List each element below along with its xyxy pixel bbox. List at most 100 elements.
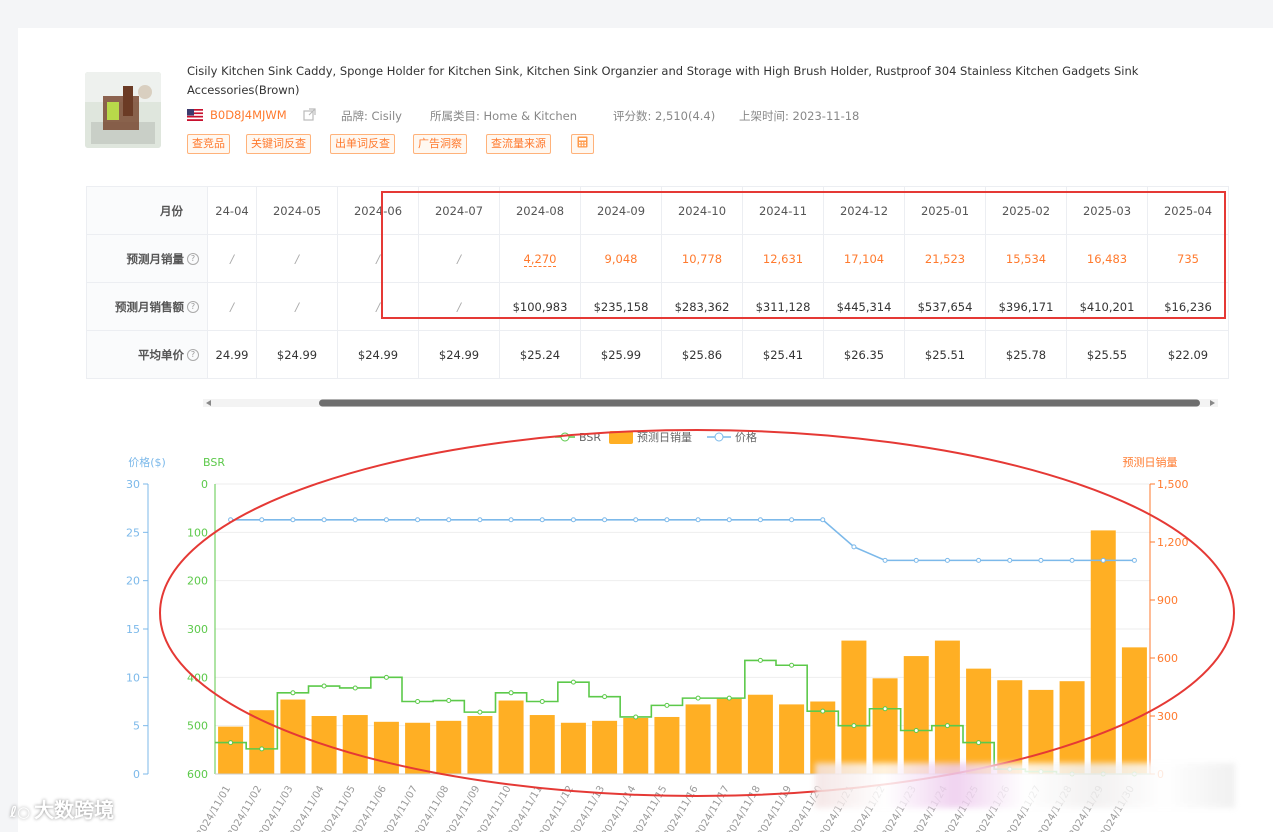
bsr-tick-label: 500 [187,720,208,733]
bsr-point [477,709,483,715]
table-cell: $25.55 [1066,330,1148,379]
price-axis-title: 价格($) [128,455,166,469]
sales-bar [1090,530,1116,774]
bsr-tick-label: 300 [187,623,208,636]
legend-sales-label: 预测日销量 [637,430,692,444]
table-cell: $396,171 [985,282,1067,331]
price-point [1069,557,1075,563]
product-image[interactable] [85,72,161,148]
sales-bar [966,668,992,774]
bsr-tick-label: 0 [201,478,208,491]
table-cell: $235,158 [580,282,662,331]
table-cell[interactable]: 4,270 [499,234,581,283]
sales-bar [373,721,399,774]
table-cell: 2024-05 [256,186,338,235]
table-cell: $24.99 [418,330,500,379]
legend-price-label: 价格 [735,430,757,444]
sales-bar [592,720,618,774]
bsr-point [882,706,888,712]
bsr-point [664,702,670,708]
table-cell: $25.86 [661,330,743,379]
external-link-icon[interactable] [303,108,316,124]
table-row-price: 平均单价? 24.99 $24.99 $24.99 $24.99 $25.24 … [86,330,1229,379]
table-cell: / [418,282,500,331]
blurred-region [815,763,1235,808]
price-tick-label: 0 [133,768,140,781]
watermark-text: 大数跨境 [34,798,115,822]
watermark-icon: ℓ○ [10,803,31,821]
category-text: 所属类目: Home & Kitchen [430,109,577,123]
row-label-price: 平均单价? [86,330,208,379]
sales-bar [436,720,462,774]
table-cell: $26.35 [823,330,905,379]
tag-competitors[interactable]: 查竞品 [187,134,230,154]
legend-bsr-marker [560,432,570,442]
price-point [633,517,639,523]
sales-bar [529,715,555,774]
table-scrollbar[interactable] [203,393,1218,407]
sales-axis-title: 预测日销量 [1123,455,1178,469]
sales-bar [903,656,929,774]
price-point [1038,557,1044,563]
calculator-icon[interactable] [571,134,594,154]
table-cell: / [256,234,338,283]
row-label-revenue: 预测月销售额? [86,282,208,331]
sales-tick-label: 300 [1157,710,1178,723]
tag-traffic-source[interactable]: 查流量来源 [486,134,551,154]
bsr-point [820,708,826,714]
table-row-sales: 预测月销量? / / / / 4,270 9,048 10,778 12,631… [86,234,1229,283]
bsr-point [789,662,795,668]
chart-legend[interactable]: BSR 预测日销量 价格 [555,430,757,444]
price-point [383,517,389,523]
table-cell: $410,201 [1066,282,1148,331]
price-point [446,517,452,523]
scrollbar-thumb[interactable] [319,399,1200,407]
tag-ad-insights[interactable]: 广告洞察 [413,134,467,154]
price-line [230,518,1135,562]
tag-keyword-reverse[interactable]: 关键词反查 [246,134,311,154]
table-cell: $25.78 [985,330,1067,379]
table-cell: 2025-02 [985,186,1067,235]
table-cell: $25.41 [742,330,824,379]
table-cell: $24.99 [337,330,419,379]
table-cell: 12,631 [742,234,824,283]
monthly-forecast-table: 月份 24-04 2024-05 2024-06 2024-07 2024-08… [86,186,1229,379]
table-row-month: 月份 24-04 2024-05 2024-06 2024-07 2024-08… [86,186,1229,235]
price-point [290,517,296,523]
table-cell: 2024-07 [418,186,500,235]
price-point [602,517,608,523]
row-label-month: 月份 [86,186,208,235]
bsr-point [695,695,701,701]
help-icon[interactable]: ? [187,253,199,265]
price-point [789,517,795,523]
bsr-point [383,674,389,680]
bsr-point [321,683,327,689]
table-cell: 735 [1147,234,1229,283]
table-cell: 2025-01 [904,186,986,235]
asin-link[interactable]: B0D8J4MJWM [210,108,287,122]
product-title[interactable]: Cisily Kitchen Sink Caddy, Sponge Holder… [187,62,1217,100]
price-point [1007,557,1013,563]
table-cell: 24-04 [207,186,257,235]
tag-order-keyword-reverse[interactable]: 出单词反查 [330,134,395,154]
help-icon[interactable]: ? [187,301,199,313]
bsr-point [976,740,982,746]
table-cell: 2025-03 [1066,186,1148,235]
sales-bar [467,716,493,774]
bsr-point [757,657,763,663]
bsr-point [602,694,608,700]
price-point [664,517,670,523]
legend-price-marker [714,432,724,442]
price-point [1100,557,1106,563]
table-cell: / [418,234,500,283]
table-cell: 10,778 [661,234,743,283]
price-point [976,557,982,563]
listed-date-text: 上架时间: 2023-11-18 [739,109,860,123]
bsr-point [290,690,296,696]
price-point [820,517,826,523]
table-cell: $24.99 [256,330,338,379]
bsr-point [352,685,358,691]
sales-value-link[interactable]: 4,270 [523,251,557,267]
bsr-tick-label: 200 [187,575,208,588]
help-icon[interactable]: ? [187,349,199,361]
